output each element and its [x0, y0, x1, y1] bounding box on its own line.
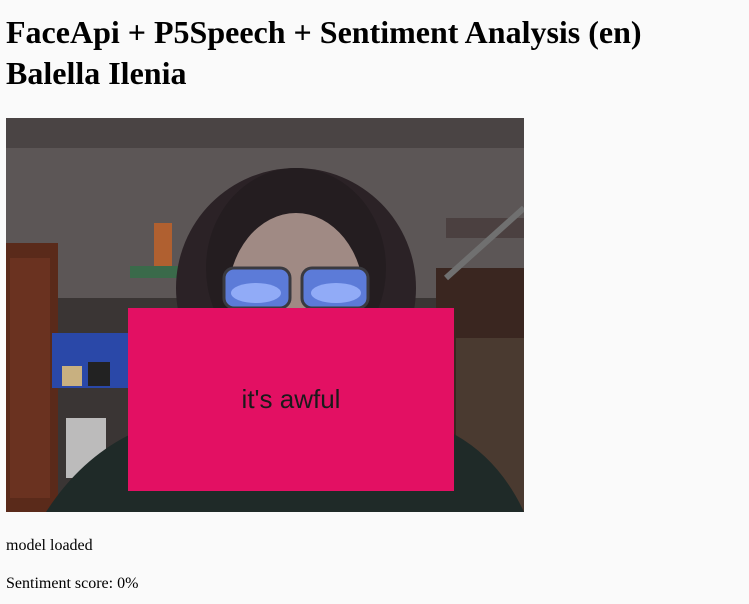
speech-text: it's awful	[241, 384, 341, 414]
speech-overlay-box: it's awful	[128, 308, 454, 491]
webcam-canvas: it's awful	[6, 118, 524, 512]
sentiment-score-text: Sentiment score: 0%	[6, 574, 138, 594]
page-title: FaceApi + P5Speech + Sentiment Analysis …	[6, 12, 642, 94]
sentiment-score-value: 0%	[117, 575, 139, 592]
page-title-line2: Balella Ilenia	[6, 55, 187, 91]
page-title-line1: FaceApi + P5Speech + Sentiment Analysis …	[6, 14, 642, 50]
sentiment-score-label: Sentiment score:	[6, 575, 114, 592]
model-status-text: model loaded	[6, 537, 93, 554]
